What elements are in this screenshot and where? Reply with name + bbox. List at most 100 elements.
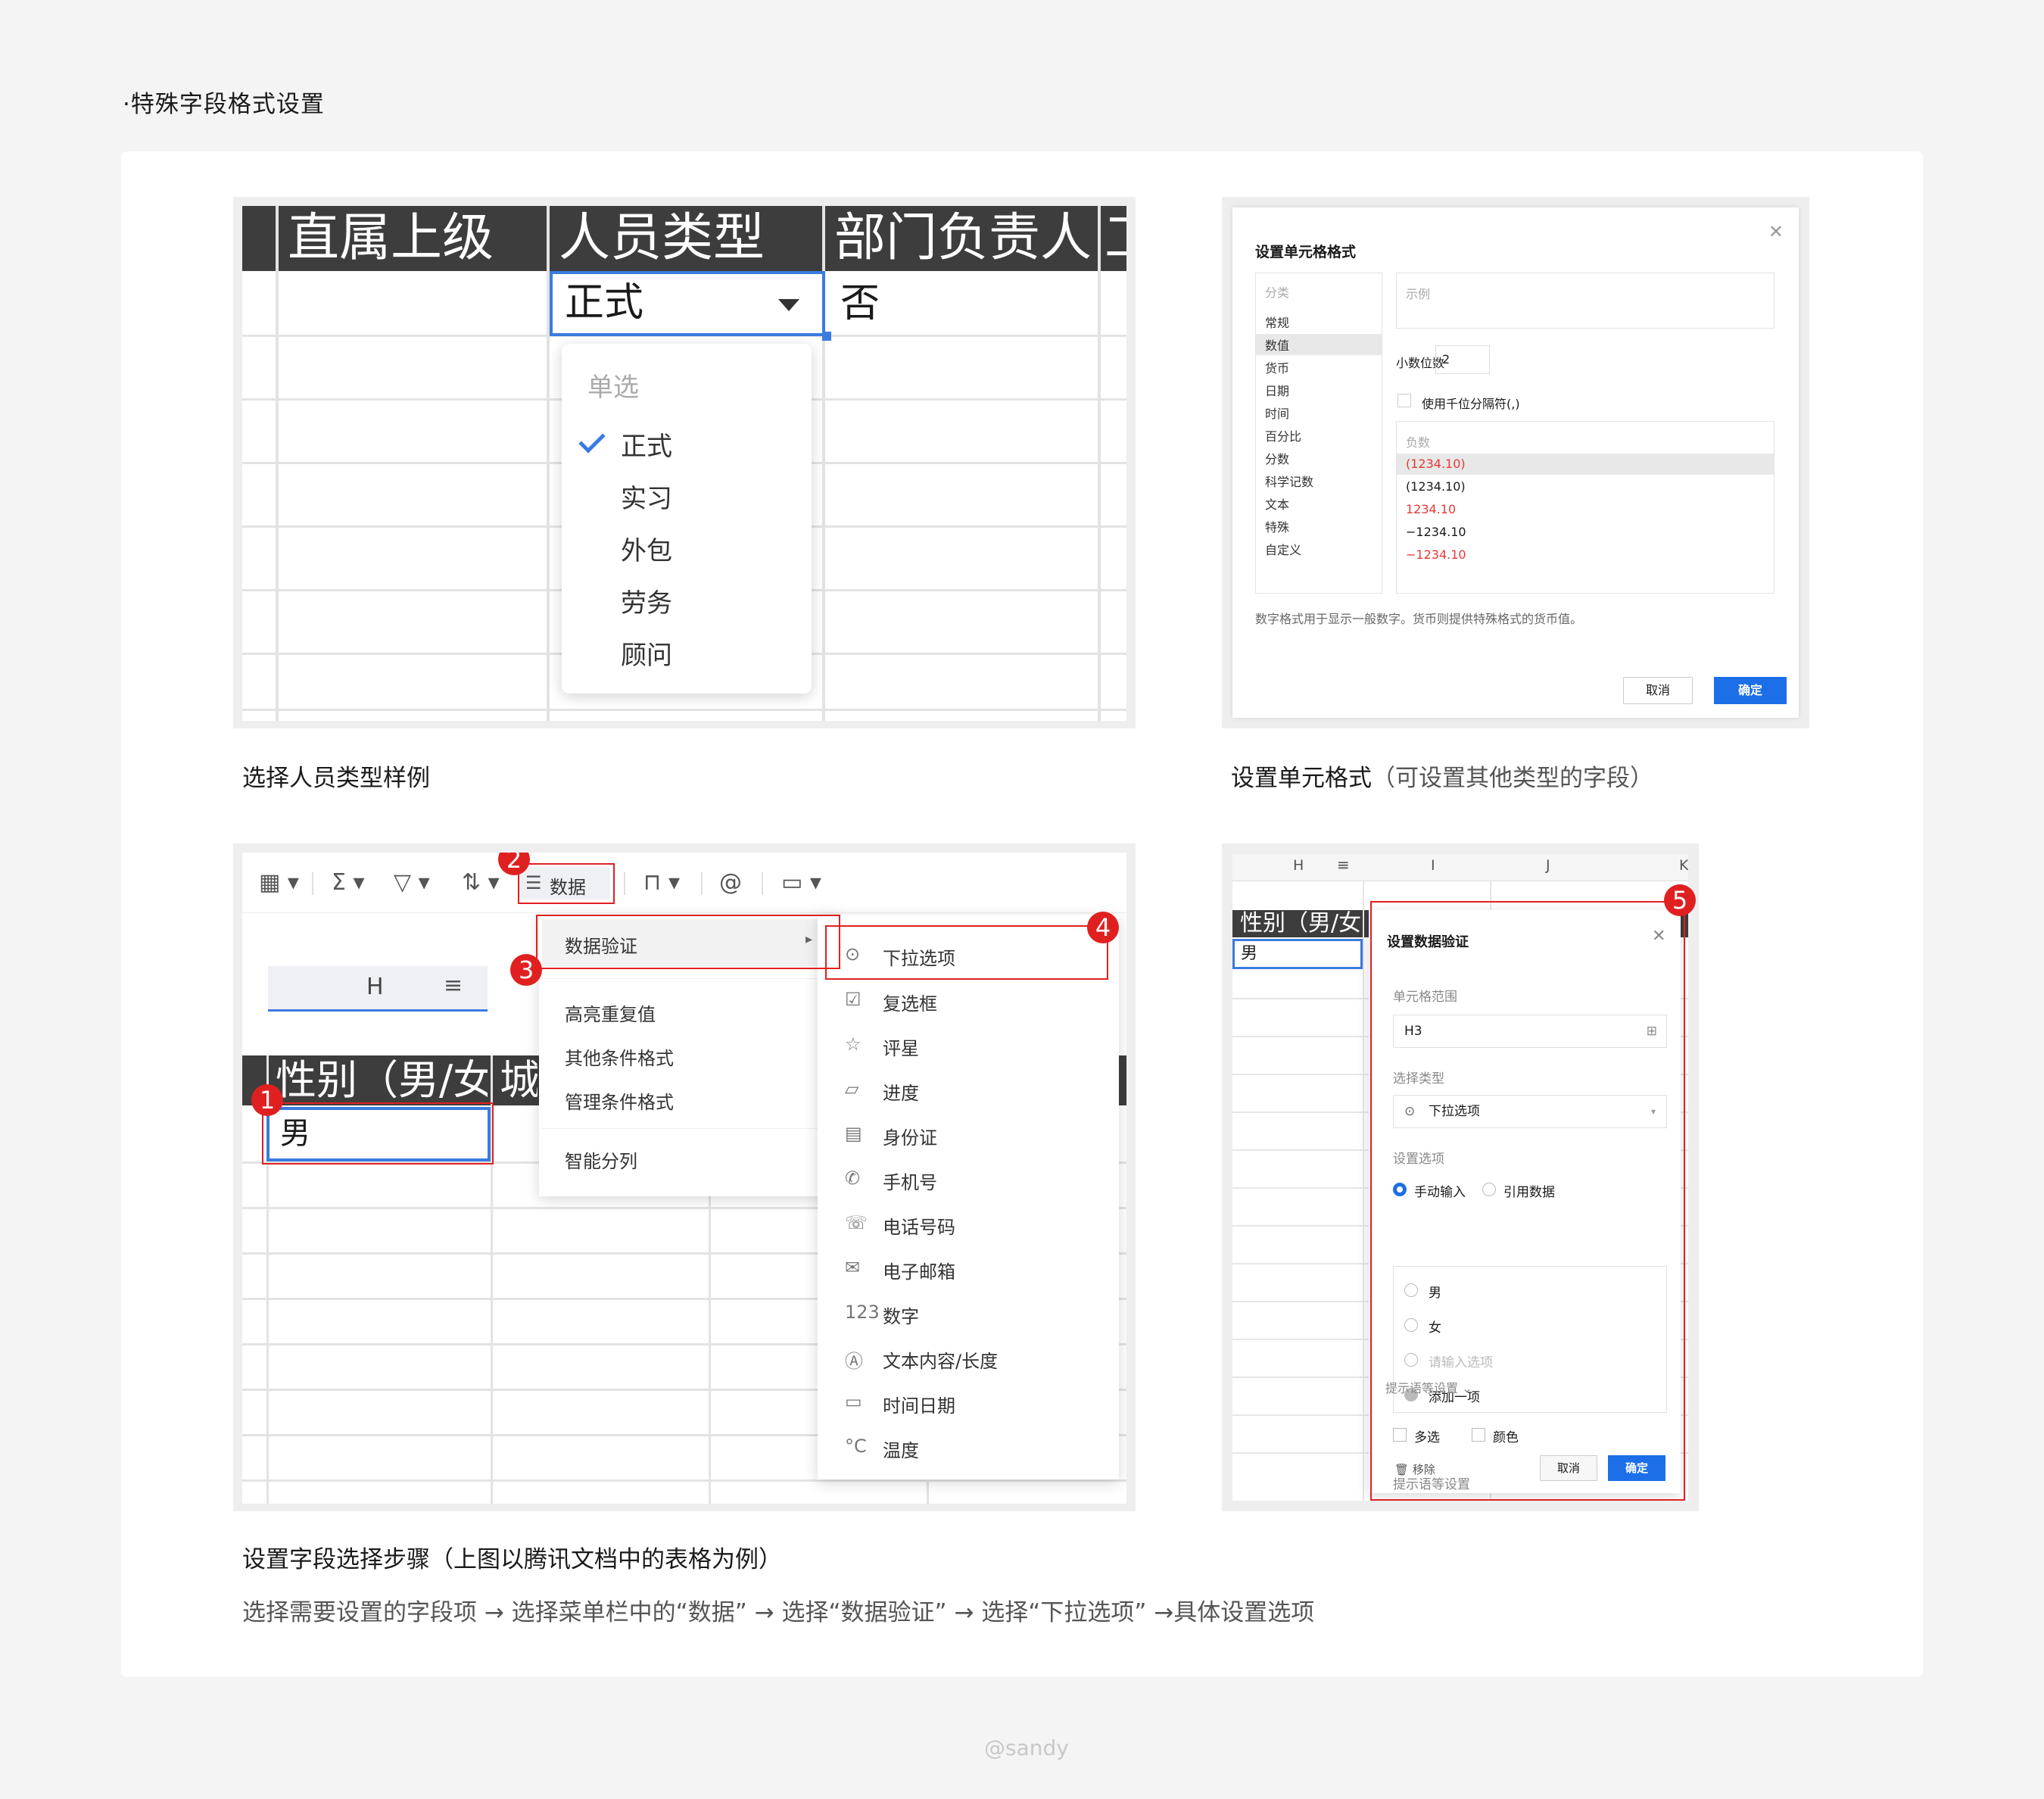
example-label: 示例: [1406, 287, 1431, 301]
category-label: 分类: [1265, 285, 1290, 300]
category-item[interactable]: 日期: [1265, 381, 1289, 399]
dropdown-option[interactable]: 正式: [621, 426, 672, 463]
column-filter-icon[interactable]: ≡: [1337, 856, 1350, 874]
column-header-h[interactable]: H ≡: [268, 966, 488, 1012]
toolbar: ▦ ▾ Σ ▾ ▽ ▾ ⇅ ▾ ☰ 数据 ⊓ ▾ @ ▭ ▾: [242, 853, 1126, 913]
panel-format-cells: 设置单元格格式 ✕ 分类 常规 数值 货币 日期 时间 百分比 分数 科学记数 …: [1222, 197, 1809, 728]
column-filter-icon[interactable]: ≡: [444, 972, 463, 999]
caption-panel3-title: 设置字段选择步骤（上图以腾讯文档中的表格为例）: [242, 1546, 782, 1573]
column-header[interactable]: K: [1679, 857, 1688, 874]
menu-item-highlight-dup[interactable]: 高亮重复值: [565, 999, 656, 1026]
highlight-step5: [1370, 901, 1685, 1501]
dropdown-caret-icon[interactable]: [778, 299, 799, 311]
dropdown-group-label: 单选: [587, 373, 639, 403]
caption-panel2: 设置单元格式（可设置其他类型的字段）: [1231, 765, 1653, 792]
category-item[interactable]: 文本: [1265, 494, 1289, 513]
fill-handle[interactable]: [822, 332, 831, 341]
submenu-item-id-card[interactable]: 身份证: [883, 1123, 937, 1149]
single-select-dropdown: 单选 正式 实习 外包 劳务 顾问: [562, 344, 812, 694]
dropdown-option[interactable]: 劳务: [621, 582, 672, 619]
watermark: @sandy: [984, 1735, 1069, 1760]
category-item[interactable]: 特殊: [1265, 517, 1289, 535]
step-badge-3: 3: [510, 954, 542, 986]
decimal-input[interactable]: 2: [1435, 345, 1490, 374]
spreadsheet: ▦ ▾ Σ ▾ ▽ ▾ ⇅ ▾ ☰ 数据 ⊓ ▾ @ ▭ ▾ H ≡ 性别（男/…: [242, 853, 1126, 1504]
submenu-item-telephone[interactable]: 电话号码: [883, 1212, 955, 1239]
submenu-item-mobile[interactable]: 手机号: [883, 1168, 937, 1194]
sort-icon[interactable]: ⇅ ▾: [462, 869, 500, 896]
negative-option[interactable]: (1234.10): [1406, 479, 1466, 494]
format-hint: 数字格式用于显示一般数字。货币则提供特殊格式的货币值。: [1255, 612, 1583, 626]
menu-item-smart-split[interactable]: 智能分列: [565, 1146, 637, 1173]
panel-person-type-example: 直属上级 人员类型 部门负责人 工 正式 否 单选 正式 实习 外包 劳务 顾问: [233, 197, 1136, 728]
step-badge-1: 1: [251, 1084, 283, 1116]
telephone-icon: ☏: [845, 1212, 868, 1233]
header-cell-gender: 性别（男/女: [276, 1056, 488, 1104]
filter-icon[interactable]: ▽ ▾: [394, 869, 430, 896]
close-icon[interactable]: ✕: [1768, 221, 1784, 242]
mail-icon: ✉: [845, 1257, 861, 1278]
submenu-item-progress[interactable]: 进度: [883, 1078, 919, 1105]
column-header[interactable]: I: [1431, 857, 1435, 874]
submenu-item-text-length[interactable]: 文本内容/长度: [883, 1346, 998, 1373]
thousand-sep-label: 使用千位分隔符(,): [1422, 397, 1520, 411]
caption-panel3-desc: 选择需要设置的字段项 → 选择菜单栏中的“数据” → 选择“数据验证” → 选择…: [242, 1599, 1315, 1626]
submenu-item-number[interactable]: 数字: [883, 1302, 919, 1328]
example-box: 示例: [1396, 273, 1774, 329]
thousand-sep-checkbox[interactable]: [1397, 394, 1411, 407]
dropdown-option[interactable]: 外包: [621, 530, 672, 567]
column-header[interactable]: J: [1546, 857, 1550, 874]
header-cell-more: 工: [1101, 206, 1126, 271]
category-item[interactable]: 科学记数: [1265, 472, 1313, 490]
phone-icon: ✆: [845, 1168, 861, 1189]
highlight-step1: [262, 1102, 494, 1165]
format-cells-dialog: 设置单元格格式 ✕ 分类 常规 数值 货币 日期 时间 百分比 分数 科学记数 …: [1232, 207, 1799, 718]
submenu-item-temperature[interactable]: 温度: [883, 1436, 919, 1462]
menu-item-other-cond[interactable]: 其他条件格式: [565, 1043, 674, 1070]
highlight-step2: [518, 863, 615, 904]
category-item[interactable]: 货币: [1265, 358, 1289, 376]
menu-item-manage-cond[interactable]: 管理条件格式: [565, 1087, 674, 1114]
table-icon[interactable]: ▦ ▾: [259, 869, 299, 896]
star-icon: ☆: [845, 1034, 862, 1055]
comment-icon[interactable]: ▭ ▾: [781, 869, 821, 896]
checkbox-icon: ☑: [845, 989, 862, 1010]
gender-cell[interactable]: 男: [1232, 939, 1363, 969]
highlight-step3: [536, 915, 840, 969]
submenu-item-datetime[interactable]: 时间日期: [883, 1391, 955, 1417]
step-badge-4: 4: [1087, 912, 1119, 943]
category-item[interactable]: 常规: [1265, 313, 1289, 331]
negative-option[interactable]: −1234.10: [1406, 547, 1466, 562]
ok-button[interactable]: 确定: [1714, 677, 1787, 704]
submenu-item-checkbox[interactable]: 复选框: [883, 989, 937, 1015]
category-item[interactable]: 时间: [1265, 404, 1289, 422]
category-list: 分类 常规 数值 货币 日期 时间 百分比 分数 科学记数 文本 特殊 自定义: [1255, 273, 1382, 594]
negative-option[interactable]: −1234.10: [1406, 525, 1466, 539]
page-title: ·特殊字段格式设置: [123, 91, 325, 118]
caption-panel1: 选择人员类型样例: [242, 765, 430, 792]
temperature-icon: °C: [845, 1436, 867, 1457]
negative-list: 负数 (1234.10) (1234.10) 1234.10 −1234.10 …: [1396, 421, 1774, 594]
highlight-step4: [825, 925, 1108, 980]
cancel-button[interactable]: 取消: [1623, 677, 1693, 704]
category-item[interactable]: 数值: [1265, 335, 1289, 354]
category-item[interactable]: 百分比: [1265, 426, 1301, 444]
sum-icon[interactable]: Σ ▾: [332, 869, 365, 896]
dropdown-option[interactable]: 实习: [621, 478, 672, 515]
text-icon: Ⓐ: [845, 1351, 863, 1372]
id-card-icon: ▤: [845, 1123, 862, 1144]
dropdown-option[interactable]: 顾问: [621, 634, 672, 672]
progress-icon: ▱: [845, 1078, 859, 1099]
negative-option[interactable]: 1234.10: [1406, 502, 1456, 516]
category-item[interactable]: 分数: [1265, 449, 1289, 467]
submenu-item-email[interactable]: 电子邮箱: [883, 1257, 955, 1283]
dialog-title: 设置单元格格式: [1255, 244, 1357, 260]
person-type-cell[interactable]: 正式: [550, 271, 825, 336]
lock-icon[interactable]: ⊓ ▾: [643, 869, 680, 896]
negative-option[interactable]: (1234.10): [1406, 457, 1466, 471]
column-header[interactable]: H: [1293, 857, 1304, 874]
header-cell-dept-head: 部门负责人: [834, 208, 1092, 268]
category-item[interactable]: 自定义: [1265, 540, 1301, 558]
at-icon[interactable]: @: [719, 869, 742, 896]
submenu-item-rating[interactable]: 评星: [883, 1034, 919, 1060]
